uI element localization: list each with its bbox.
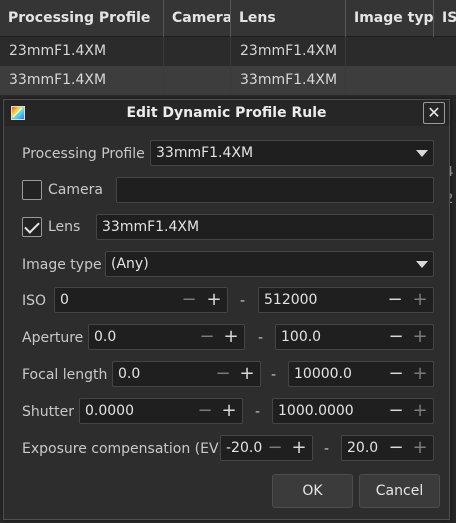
aperture-max-value: 100.0 — [281, 329, 322, 345]
lens-value: 33mmF1.4XM — [102, 219, 200, 235]
lens-label: Lens — [48, 219, 81, 235]
increment-button[interactable]: + — [412, 399, 428, 423]
dialog-title: Edit Dynamic Profile Rule — [126, 105, 327, 121]
focal-length-min-value: 0.0 — [118, 366, 141, 382]
increment-button[interactable]: + — [239, 362, 255, 386]
cell-processing-profile: 33mmF1.4XM — [0, 66, 164, 95]
exposure-compensation-min-spinbox[interactable]: -20.0 − + — [220, 435, 313, 461]
lens-checkbox[interactable] — [22, 217, 42, 237]
chevron-down-icon — [416, 150, 428, 157]
decrement-button[interactable]: − — [267, 436, 283, 460]
exposure-compensation-max-value: 20.0 — [347, 440, 379, 456]
decrement-button[interactable]: − — [388, 399, 404, 423]
column-header-image-type[interactable]: Image type — [346, 0, 434, 37]
table-header: Processing Profile Camera Lens Image typ… — [0, 0, 456, 37]
exposure-compensation-min-value: -20.0 — [226, 440, 263, 456]
camera-input[interactable] — [116, 177, 434, 203]
camera-checkbox[interactable] — [22, 180, 42, 200]
decrement-button[interactable]: − — [387, 288, 403, 312]
increment-button[interactable]: + — [221, 399, 237, 423]
focal-length-max-value: 10000.0 — [294, 366, 352, 382]
table-row-selected[interactable]: 33mmF1.4XM 33mmF1.4XM — [0, 66, 456, 95]
column-header-iso[interactable]: IS — [434, 0, 456, 37]
decrement-button[interactable]: − — [388, 325, 404, 349]
processing-profile-label: Processing Profile — [22, 146, 145, 162]
close-button[interactable]: ✕ — [423, 102, 445, 124]
increment-button[interactable]: + — [412, 436, 428, 460]
dialog-titlebar[interactable]: Edit Dynamic Profile Rule ✕ — [4, 100, 449, 126]
iso-min-value: 0 — [60, 292, 69, 308]
shutter-max-value: 1000.0000 — [278, 403, 354, 419]
range-separator: - — [240, 293, 246, 309]
iso-max-spinbox[interactable]: 512000 − + — [258, 287, 434, 313]
iso-label: ISO — [22, 293, 47, 309]
shutter-label: Shutter — [22, 404, 74, 420]
decrement-button[interactable]: − — [388, 362, 404, 386]
processing-profile-combo[interactable]: 33mmF1.4XM — [150, 140, 434, 166]
shutter-max-spinbox[interactable]: 1000.0000 − + — [272, 398, 434, 424]
decrement-button[interactable]: − — [215, 362, 231, 386]
cell-lens: 23mmF1.4XM — [231, 37, 346, 66]
cell-lens: 33mmF1.4XM — [231, 66, 346, 95]
range-separator: - — [258, 330, 264, 346]
focal-length-label: Focal length — [22, 367, 108, 383]
image-type-value: (Any) — [111, 256, 149, 272]
cancel-button[interactable]: Cancel — [359, 474, 440, 508]
range-separator: - — [324, 441, 330, 457]
aperture-max-spinbox[interactable]: 100.0 − + — [275, 324, 434, 350]
aperture-min-spinbox[interactable]: 0.0 − + — [88, 324, 245, 350]
exposure-compensation-max-spinbox[interactable]: 20.0 − + — [341, 435, 434, 461]
increment-button[interactable]: + — [412, 288, 428, 312]
aperture-min-value: 0.0 — [94, 329, 117, 345]
increment-button[interactable]: + — [412, 362, 428, 386]
camera-label: Camera — [48, 182, 103, 198]
lens-input[interactable]: 33mmF1.4XM — [96, 214, 434, 240]
image-type-label: Image type — [22, 257, 102, 273]
processing-profile-value: 33mmF1.4XM — [156, 145, 254, 161]
decrement-button[interactable]: − — [199, 325, 215, 349]
iso-min-spinbox[interactable]: 0 − + — [54, 287, 228, 313]
decrement-button[interactable]: − — [181, 288, 197, 312]
column-header-lens[interactable]: Lens — [231, 0, 346, 37]
range-separator: - — [255, 404, 261, 420]
range-separator: - — [271, 367, 277, 383]
increment-button[interactable]: + — [291, 436, 307, 460]
increment-button[interactable]: + — [206, 288, 222, 312]
image-type-combo[interactable]: (Any) — [105, 251, 434, 277]
cell-processing-profile: 23mmF1.4XM — [0, 37, 164, 66]
edit-dynamic-profile-rule-dialog: Edit Dynamic Profile Rule ✕ Processing P… — [3, 99, 450, 520]
increment-button[interactable]: + — [223, 325, 239, 349]
decrement-button[interactable]: − — [197, 399, 213, 423]
increment-button[interactable]: + — [412, 325, 428, 349]
ok-button[interactable]: OK — [272, 474, 353, 508]
cell-camera — [164, 37, 231, 66]
shutter-min-spinbox[interactable]: 0.0000 − + — [79, 398, 243, 424]
shutter-min-value: 0.0000 — [85, 403, 134, 419]
aperture-label: Aperture — [22, 330, 84, 346]
focal-length-max-spinbox[interactable]: 10000.0 − + — [288, 361, 434, 387]
focal-length-min-spinbox[interactable]: 0.0 − + — [112, 361, 261, 387]
column-header-processing-profile[interactable]: Processing Profile — [0, 0, 164, 37]
iso-max-value: 512000 — [264, 292, 318, 308]
column-header-camera[interactable]: Camera — [164, 0, 231, 37]
exposure-compensation-label: Exposure compensation (EV) — [22, 441, 225, 457]
chevron-down-icon — [416, 261, 428, 268]
decrement-button[interactable]: − — [388, 436, 404, 460]
table-row[interactable]: 23mmF1.4XM 23mmF1.4XM — [0, 37, 456, 66]
cell-camera — [164, 66, 231, 95]
